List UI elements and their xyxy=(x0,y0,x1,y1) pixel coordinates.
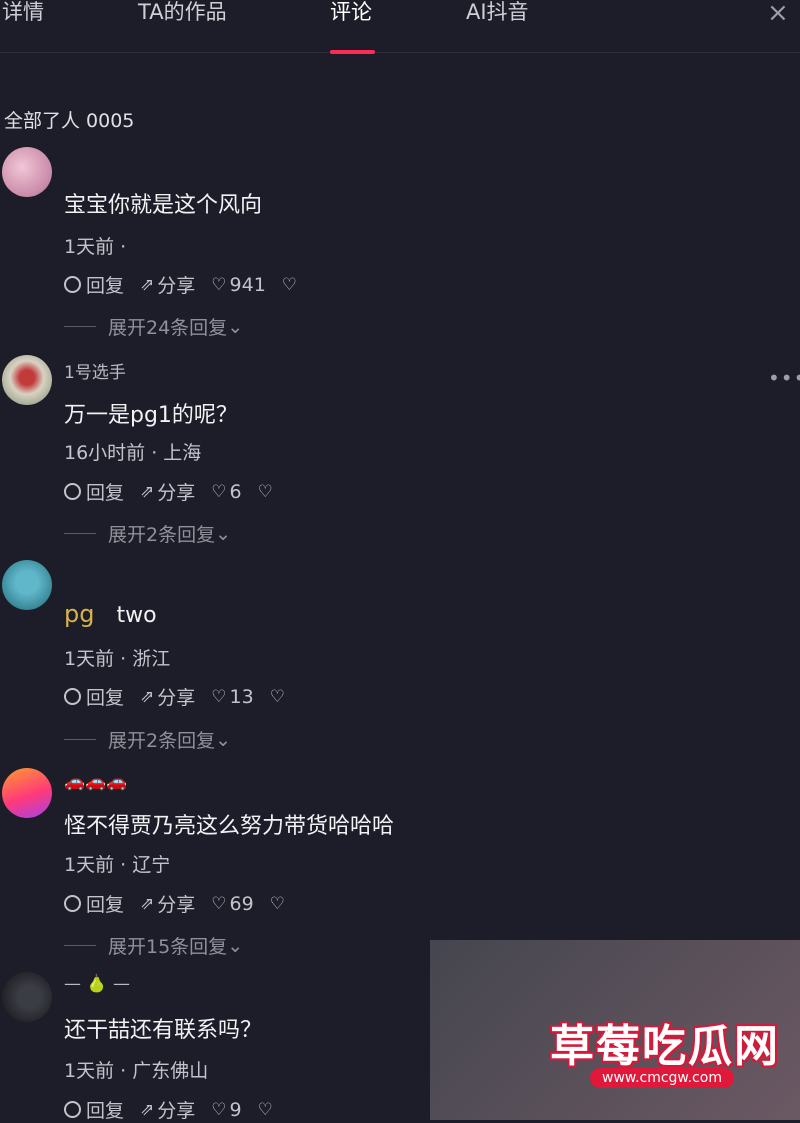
reply-button[interactable]: 回复 xyxy=(64,1096,124,1123)
comment-text: 宝宝你就是这个风向 xyxy=(64,193,263,218)
expand-replies[interactable]: 展开2条回复 ⌄ xyxy=(64,520,231,547)
share-icon: ⇗ xyxy=(140,481,155,502)
heart-icon: ♡ xyxy=(211,893,227,914)
dislike-button[interactable]: ♡ xyxy=(282,275,300,295)
more-options-icon[interactable]: ••• xyxy=(768,366,800,390)
tab-ai-douyin[interactable]: AI抖音 xyxy=(466,0,529,24)
username[interactable]: 1号选手 xyxy=(64,358,126,383)
reply-button[interactable]: 回复 xyxy=(64,271,124,298)
username[interactable]: 🚗🚗🚗 xyxy=(64,772,128,792)
share-icon: ⇗ xyxy=(140,1099,155,1120)
comment-count: 全部了人 0005 xyxy=(4,110,135,132)
tab-comments[interactable]: 评论 xyxy=(330,0,372,24)
reply-icon xyxy=(64,483,81,500)
tab-bar: 详情 TA的作品 评论 AI抖音 × xyxy=(0,0,800,54)
broken-heart-icon: ♡ xyxy=(257,1099,273,1120)
reply-button[interactable]: 回复 xyxy=(64,890,124,917)
comment-text: pg two xyxy=(64,600,157,628)
chevron-down-icon: ⌄ xyxy=(215,522,232,545)
broken-heart-icon: ♡ xyxy=(269,686,285,707)
comment-actions: 回复 ⇗ 分享 ♡ 941 ♡ xyxy=(64,271,316,298)
avatar[interactable] xyxy=(2,768,52,818)
broken-heart-icon: ♡ xyxy=(257,481,273,502)
comment-meta: 1天前 · 辽宁 xyxy=(64,854,171,876)
like-button[interactable]: ♡ 9 xyxy=(211,1099,241,1121)
dislike-button[interactable]: ♡ xyxy=(270,687,288,707)
reply-button[interactable]: 回复 xyxy=(64,683,124,710)
like-button[interactable]: ♡ 13 xyxy=(211,686,253,708)
share-button[interactable]: ⇗ 分享 xyxy=(140,478,195,505)
comment-text-prefix: pg xyxy=(64,600,95,628)
like-button[interactable]: ♡ 69 xyxy=(211,893,253,915)
share-button[interactable]: ⇗ 分享 xyxy=(140,890,195,917)
expand-replies[interactable]: 展开15条回复 ⌄ xyxy=(64,932,243,959)
expand-replies[interactable]: 展开24条回复 ⌄ xyxy=(64,313,243,340)
dislike-button[interactable]: ♡ xyxy=(270,894,288,914)
close-icon[interactable]: × xyxy=(767,0,789,28)
share-icon: ⇗ xyxy=(140,686,155,707)
avatar[interactable] xyxy=(2,147,52,197)
comment-meta: 1天前 · xyxy=(64,236,127,258)
reply-icon xyxy=(64,276,81,293)
like-count: 9 xyxy=(229,1098,242,1121)
chevron-down-icon: ⌄ xyxy=(227,934,244,957)
reply-button[interactable]: 回复 xyxy=(64,478,124,505)
like-count: 13 xyxy=(229,685,254,708)
avatar[interactable] xyxy=(2,560,52,610)
avatar[interactable] xyxy=(2,355,52,405)
comment-actions: 回复 ⇗ 分享 ♡ 69 ♡ xyxy=(64,890,304,917)
comment-actions: 回复 ⇗ 分享 ♡ 9 ♡ xyxy=(64,1096,292,1123)
heart-icon: ♡ xyxy=(211,481,227,502)
reply-icon xyxy=(64,895,81,912)
reply-icon xyxy=(64,1101,81,1118)
avatar[interactable] xyxy=(2,972,52,1022)
comment-meta: 16小时前 · 上海 xyxy=(64,442,202,464)
reply-icon xyxy=(64,688,81,705)
comment-text: 怪不得贾乃亮这么努力带货哈哈哈 xyxy=(64,814,395,839)
active-tab-indicator xyxy=(330,50,375,54)
heart-icon: ♡ xyxy=(211,1099,227,1120)
chevron-down-icon: ⌄ xyxy=(227,315,244,338)
share-button[interactable]: ⇗ 分享 xyxy=(140,683,195,710)
username[interactable]: — 🍐 — xyxy=(64,974,130,994)
broken-heart-icon: ♡ xyxy=(269,893,285,914)
share-icon: ⇗ xyxy=(140,893,155,914)
comment-text: 还干喆还有联系吗？ xyxy=(64,1018,263,1043)
heart-icon: ♡ xyxy=(211,274,227,295)
like-count: 941 xyxy=(229,273,266,296)
comment-actions: 回复 ⇗ 分享 ♡ 6 ♡ xyxy=(64,478,292,505)
like-count: 6 xyxy=(229,480,242,503)
dislike-button[interactable]: ♡ xyxy=(258,1100,276,1120)
tab-details[interactable]: 详情 xyxy=(2,0,44,24)
share-button[interactable]: ⇗ 分享 xyxy=(140,271,195,298)
comment-meta: 1天前 · 浙江 xyxy=(64,648,171,670)
share-button[interactable]: ⇗ 分享 xyxy=(140,1096,195,1123)
like-count: 69 xyxy=(229,892,254,915)
comment-meta: 1天前 · 广东佛山 xyxy=(64,1060,209,1082)
heart-icon: ♡ xyxy=(211,686,227,707)
broken-heart-icon: ♡ xyxy=(281,274,298,295)
chevron-down-icon: ⌄ xyxy=(215,728,232,751)
share-icon: ⇗ xyxy=(140,274,155,295)
watermark-logo: 草莓吃瓜网 xyxy=(550,1021,780,1072)
watermark-url: www.cmcgw.com xyxy=(590,1068,734,1088)
expand-replies[interactable]: 展开2条回复 ⌄ xyxy=(64,726,231,753)
dislike-button[interactable]: ♡ xyxy=(258,482,276,502)
like-button[interactable]: ♡ 941 xyxy=(211,274,266,296)
comment-actions: 回复 ⇗ 分享 ♡ 13 ♡ xyxy=(64,683,304,710)
tab-works[interactable]: TA的作品 xyxy=(138,0,227,24)
comment-text: 万一是pg1的呢？ xyxy=(64,403,238,428)
like-button[interactable]: ♡ 6 xyxy=(211,481,241,503)
